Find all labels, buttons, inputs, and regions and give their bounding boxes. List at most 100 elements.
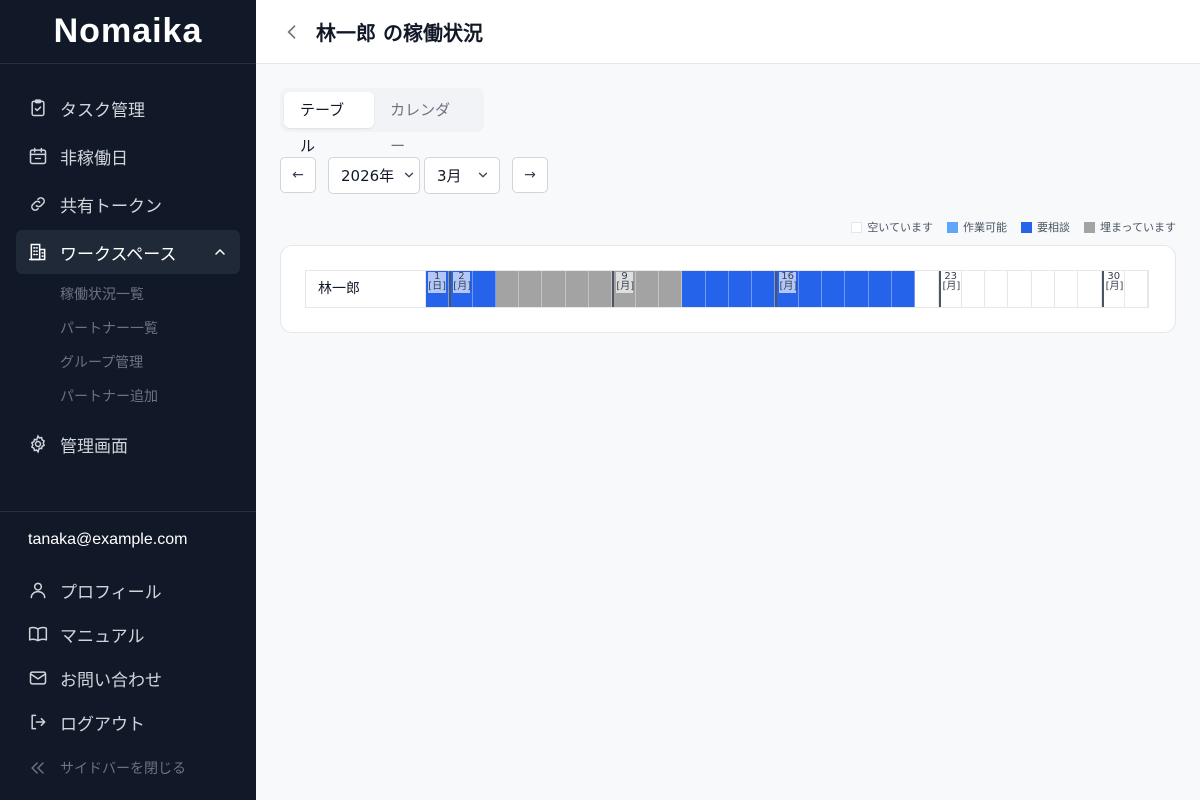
sidebar-item-label: 非稼働日 [60,148,128,169]
day-cell[interactable] [822,271,846,307]
day-label: 1 [日] [428,272,447,293]
day-label: 16 [月] [779,272,798,293]
gear-icon [28,434,48,454]
sidebar-item-workspace[interactable]: ワークスペース [16,230,240,274]
day-cell[interactable] [798,271,823,307]
day-cell[interactable] [728,271,753,307]
collapse-sidebar-button[interactable]: サイドバーを閉じる [0,746,256,790]
link-icon [28,194,48,214]
logout-link[interactable]: ログアウト [0,700,256,744]
chevron-down-icon [405,172,414,178]
day-cell[interactable]: 30 [月] [1101,271,1125,307]
day-cell[interactable] [705,271,729,307]
day-cell[interactable] [542,271,566,307]
day-cell[interactable] [1031,271,1056,307]
chevron-left-icon [287,24,296,39]
calendar-icon [28,146,48,166]
legend-item-busy: 埋まっています [1083,219,1176,235]
day-cell[interactable] [985,271,1009,307]
year-select[interactable]: 2026年 [328,156,420,194]
day-cell[interactable] [565,271,590,307]
day-cell[interactable] [519,271,543,307]
day-label: 30 [月] [1106,272,1124,293]
submenu-item-group-management[interactable]: グループ管理 [0,346,256,380]
contact-link[interactable]: お問い合わせ [0,656,256,700]
book-icon [28,624,48,644]
day-cell[interactable] [472,271,496,307]
sidebar-item-label: ワークスペース [60,244,177,265]
sidebar: Nomaika タスク管理 非稼働日 共有トークン ワークスペース 稼働状況一覧… [0,0,256,800]
day-cell[interactable]: 2 [月] [449,271,473,307]
manual-label: マニュアル [60,626,145,647]
day-cell[interactable] [1124,271,1149,307]
user-icon [28,580,48,600]
legend-label: 空いています [867,221,933,234]
legend-swatch [1020,221,1032,233]
legend-item-consult: 要相談 [1020,219,1070,235]
back-button[interactable] [282,22,302,42]
tab-table[interactable]: テーブル [284,92,375,155]
status-legend: 空いています 作業可能 要相談 埋まっています [837,219,1176,235]
day-cell[interactable] [1008,271,1032,307]
submenu-item-add-partner[interactable]: パートナー追加 [0,380,256,414]
legend-label: 埋まっています [1099,221,1176,234]
tab-calendar[interactable]: カレンダー [374,92,480,155]
logout-label: ログアウト [60,714,145,735]
day-cell[interactable]: 23 [月] [938,271,962,307]
main-content: テーブル カレンダー ← 2026年 3月 → 空いています 作業可能 要相談 … [256,64,1200,800]
day-cells: 1 [日] 2 [月] 9 [月] 16 [月] 23 [月] 30 [月] [426,271,1149,307]
sidebar-item-admin[interactable]: 管理画面 [16,422,240,466]
legend-swatch [946,221,958,233]
sidebar-item-label: 管理画面 [60,436,128,457]
chevron-down-icon [478,172,487,178]
next-month-button[interactable]: → [512,157,548,193]
sidebar-item-share-tokens[interactable]: 共有トークン [16,182,240,226]
sidebar-item-label: タスク管理 [60,100,145,121]
double-chevron-left-icon [28,758,48,778]
profile-link[interactable]: プロフィール [0,568,256,612]
day-cell[interactable] [1055,271,1079,307]
prev-month-button[interactable]: ← [280,157,316,193]
legend-label: 作業可能 [962,221,1007,234]
submenu-item-utilization-list[interactable]: 稼働状況一覧 [0,278,256,312]
day-cell[interactable] [752,271,776,307]
day-cell[interactable] [868,271,892,307]
month-select[interactable]: 3月 [424,156,500,194]
chevron-up-icon[interactable] [212,244,228,260]
legend-item-free: 空いています [851,219,933,235]
day-cell[interactable] [845,271,869,307]
day-cell[interactable] [1078,271,1102,307]
legend-swatch [1083,221,1095,233]
manual-link[interactable]: マニュアル [0,612,256,656]
page-title: 林一郎 の稼働状況 [316,21,483,45]
day-cell[interactable] [961,271,986,307]
day-cell[interactable] [891,271,916,307]
day-of-week: [月] [942,281,961,292]
day-of-week: [日] [428,281,447,292]
submenu-item-partner-list[interactable]: パートナー一覧 [0,312,256,346]
day-label: 9 [月] [616,272,634,293]
collapse-sidebar-label: サイドバーを閉じる [60,761,186,777]
day-cell[interactable] [682,271,706,307]
day-cell[interactable]: 9 [月] [612,271,636,307]
day-cell[interactable] [495,271,520,307]
legend-item-available: 作業可能 [946,219,1007,235]
sidebar-item-tasks[interactable]: タスク管理 [16,86,240,130]
day-cell[interactable]: 1 [日] [426,271,450,307]
legend-swatch [851,221,863,233]
sidebar-nav: タスク管理 非稼働日 共有トークン ワークスペース 稼働状況一覧 パートナー一覧… [0,64,256,466]
mail-icon [28,668,48,688]
day-cell[interactable] [589,271,613,307]
logo[interactable]: Nomaika [0,0,256,64]
year-select-value: 2026年 [341,166,395,185]
day-of-week: [月] [779,281,798,292]
day-cell[interactable]: 16 [月] [775,271,799,307]
sidebar-item-non-working-days[interactable]: 非稼働日 [16,134,240,178]
contact-label: お問い合わせ [60,670,162,691]
day-cell[interactable] [635,271,659,307]
sidebar-footer: tanaka@example.com プロフィール マニュアル お問い合わせ ロ… [0,511,256,790]
day-cell[interactable] [658,271,683,307]
day-label: 2 [月] [453,272,471,293]
page-header: 林一郎 の稼働状況 [256,0,1200,64]
day-cell[interactable] [915,271,939,307]
